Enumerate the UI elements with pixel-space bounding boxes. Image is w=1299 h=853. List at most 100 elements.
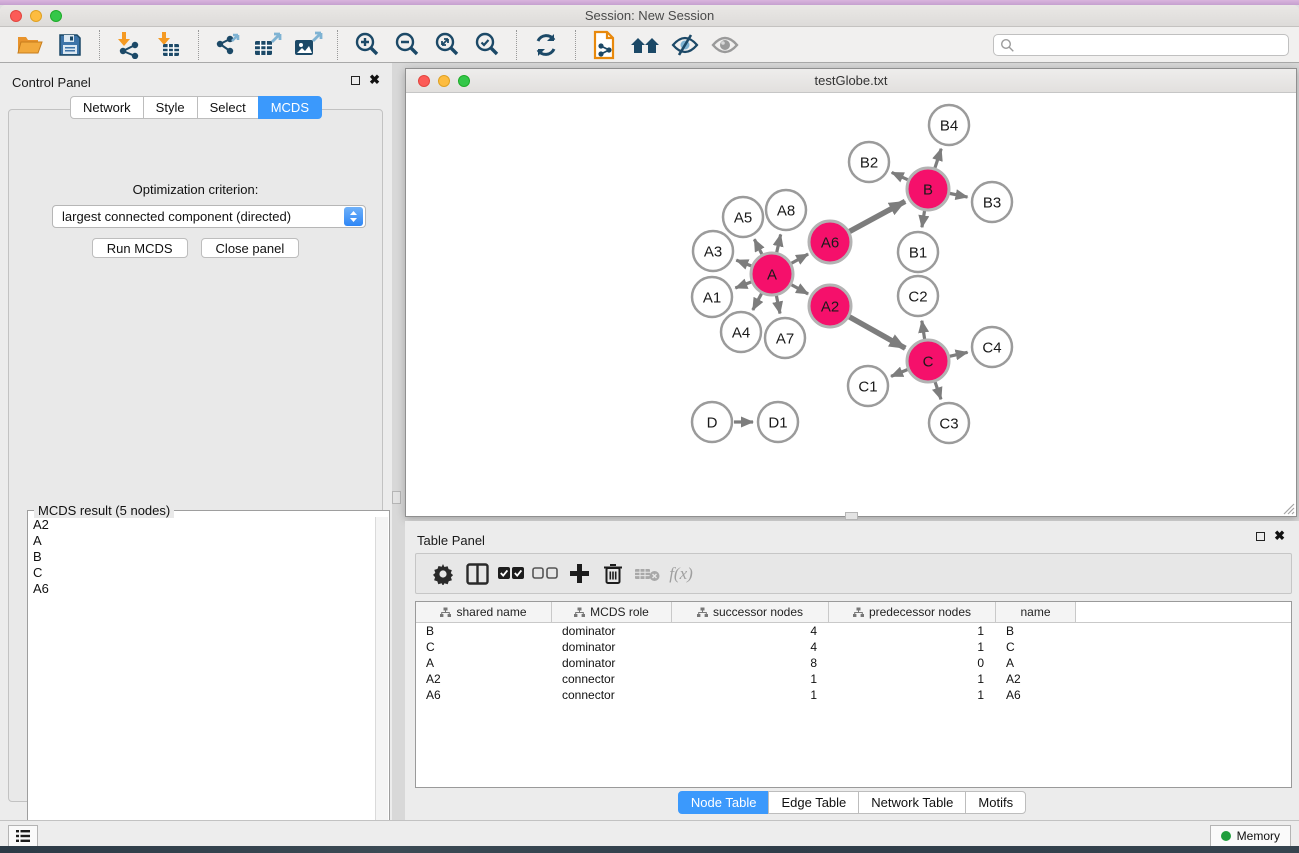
node-B3[interactable]: B3	[972, 182, 1012, 222]
tab-node-table[interactable]: Node Table	[678, 791, 770, 814]
delete-column-icon[interactable]	[596, 560, 630, 588]
search-field[interactable]	[993, 34, 1289, 56]
export-network-icon[interactable]	[212, 30, 244, 60]
tab-edge-table[interactable]: Edge Table	[768, 791, 859, 814]
edge-A-A5[interactable]	[754, 239, 762, 254]
node-D[interactable]: D	[692, 402, 732, 442]
tab-motifs[interactable]: Motifs	[965, 791, 1026, 814]
select-all-checkboxes-icon[interactable]	[494, 560, 528, 588]
node-A8[interactable]: A8	[766, 190, 806, 230]
column-header-MCDS-role[interactable]: MCDS role	[552, 602, 672, 622]
node-C2[interactable]: C2	[898, 276, 938, 316]
memory-button[interactable]: Memory	[1210, 825, 1291, 846]
column-header-name[interactable]: name	[996, 602, 1076, 622]
node-A[interactable]: A	[751, 253, 793, 295]
edge-A-A8[interactable]	[777, 234, 781, 252]
deselect-all-checkboxes-icon[interactable]	[528, 560, 562, 588]
open-session-icon[interactable]	[14, 30, 46, 60]
edge-B-B2[interactable]	[892, 172, 908, 179]
edge-B-B1[interactable]	[922, 211, 925, 228]
node-C4[interactable]: C4	[972, 327, 1012, 367]
close-panel-button[interactable]: Close panel	[201, 238, 300, 258]
edge-A6-B[interactable]	[849, 201, 905, 231]
tab-network[interactable]: Network	[70, 96, 144, 119]
show-columns-icon[interactable]	[460, 560, 494, 588]
edge-C-C2[interactable]	[922, 321, 925, 340]
new-network-from-selection-icon[interactable]	[589, 30, 621, 60]
edge-A-A1[interactable]	[735, 282, 751, 288]
edge-C-C1[interactable]	[891, 369, 908, 376]
edge-A-A7[interactable]	[776, 296, 780, 314]
add-column-icon[interactable]	[562, 560, 596, 588]
result-scrollbar[interactable]	[375, 517, 388, 836]
table-panel-title: Table Panel	[417, 533, 485, 548]
tab-mcds[interactable]: MCDS	[258, 96, 322, 119]
settings-icon[interactable]	[426, 560, 460, 588]
result-item-c[interactable]: C	[29, 565, 375, 581]
tab-style[interactable]: Style	[143, 96, 198, 119]
edge-C-C3[interactable]	[935, 382, 941, 399]
node-B4[interactable]: B4	[929, 105, 969, 145]
resize-grip-icon[interactable]	[1281, 501, 1295, 515]
result-item-b[interactable]: B	[29, 549, 375, 565]
import-table-icon[interactable]	[153, 30, 185, 60]
node-B1[interactable]: B1	[898, 232, 938, 272]
edge-A-A4[interactable]	[753, 293, 762, 310]
zoom-selected-icon[interactable]	[471, 30, 503, 60]
table-row-a2[interactable]: A2connector11A2	[416, 671, 1291, 687]
result-item-a[interactable]: A	[29, 533, 375, 549]
export-image-icon[interactable]	[292, 30, 324, 60]
zoom-out-icon[interactable]	[391, 30, 423, 60]
node-D1[interactable]: D1	[758, 402, 798, 442]
table-row-a6[interactable]: A6connector11A6	[416, 687, 1291, 703]
search-input[interactable]	[1015, 36, 1288, 54]
first-neighbors-icon[interactable]	[629, 30, 661, 60]
control-panel-float-button[interactable]	[351, 76, 360, 85]
result-item-a6[interactable]: A6	[29, 581, 375, 597]
vertical-splitter-handle[interactable]	[392, 491, 401, 504]
run-mcds-button[interactable]: Run MCDS	[92, 238, 188, 258]
node-B2[interactable]: B2	[849, 142, 889, 182]
node-A7[interactable]: A7	[765, 318, 805, 358]
hide-graphics-details-icon[interactable]	[669, 30, 701, 60]
import-network-icon[interactable]	[113, 30, 145, 60]
export-table-icon[interactable]	[252, 30, 284, 60]
column-header-successor-nodes[interactable]: successor nodes	[672, 602, 829, 622]
edge-A-A2[interactable]	[791, 285, 808, 294]
edge-A-A6[interactable]	[791, 254, 808, 263]
edge-B-B3[interactable]	[950, 193, 968, 197]
node-A4[interactable]: A4	[721, 312, 761, 352]
edge-B-B4[interactable]	[935, 149, 941, 168]
zoom-fit-icon[interactable]	[431, 30, 463, 60]
task-history-button[interactable]	[8, 825, 38, 846]
node-A3[interactable]: A3	[693, 231, 733, 271]
table-row-a[interactable]: Adominator80A	[416, 655, 1291, 671]
apply-layout-icon[interactable]	[530, 30, 562, 60]
edge-A-A3[interactable]	[736, 260, 751, 266]
zoom-in-icon[interactable]	[351, 30, 383, 60]
node-B[interactable]: B	[907, 168, 949, 210]
node-A1[interactable]: A1	[692, 277, 732, 317]
table-row-c[interactable]: Cdominator41C	[416, 639, 1291, 655]
column-header-shared-name[interactable]: shared name	[416, 602, 552, 622]
node-C1[interactable]: C1	[848, 366, 888, 406]
node-C3[interactable]: C3	[929, 403, 969, 443]
edge-C-C4[interactable]	[949, 352, 967, 356]
node-A2[interactable]: A2	[809, 285, 851, 327]
table-panel-close-button[interactable]: ✖	[1274, 531, 1285, 541]
optimization-criterion-select[interactable]: largest connected component (directed)	[52, 205, 366, 228]
node-A5[interactable]: A5	[723, 197, 763, 237]
horizontal-splitter-handle[interactable]	[845, 512, 858, 520]
table-panel-float-button[interactable]	[1256, 532, 1265, 541]
tab-network-table[interactable]: Network Table	[858, 791, 966, 814]
column-header-predecessor-nodes[interactable]: predecessor nodes	[829, 602, 996, 622]
control-panel-close-button[interactable]: ✖	[369, 75, 380, 85]
node-C[interactable]: C	[907, 340, 949, 382]
save-session-icon[interactable]	[54, 30, 86, 60]
tab-select[interactable]: Select	[197, 96, 259, 119]
node-A6[interactable]: A6	[809, 221, 851, 263]
edge-A2-C[interactable]	[849, 317, 905, 349]
result-item-a2[interactable]: A2	[29, 517, 375, 533]
table-row-b[interactable]: Bdominator41B	[416, 623, 1291, 639]
network-canvas[interactable]: A A1 A2 A3 A4 A5 A6 A7 A8 B B1 B2 B3B4 C C1 C2 C3C4 D D1	[406, 93, 1296, 516]
